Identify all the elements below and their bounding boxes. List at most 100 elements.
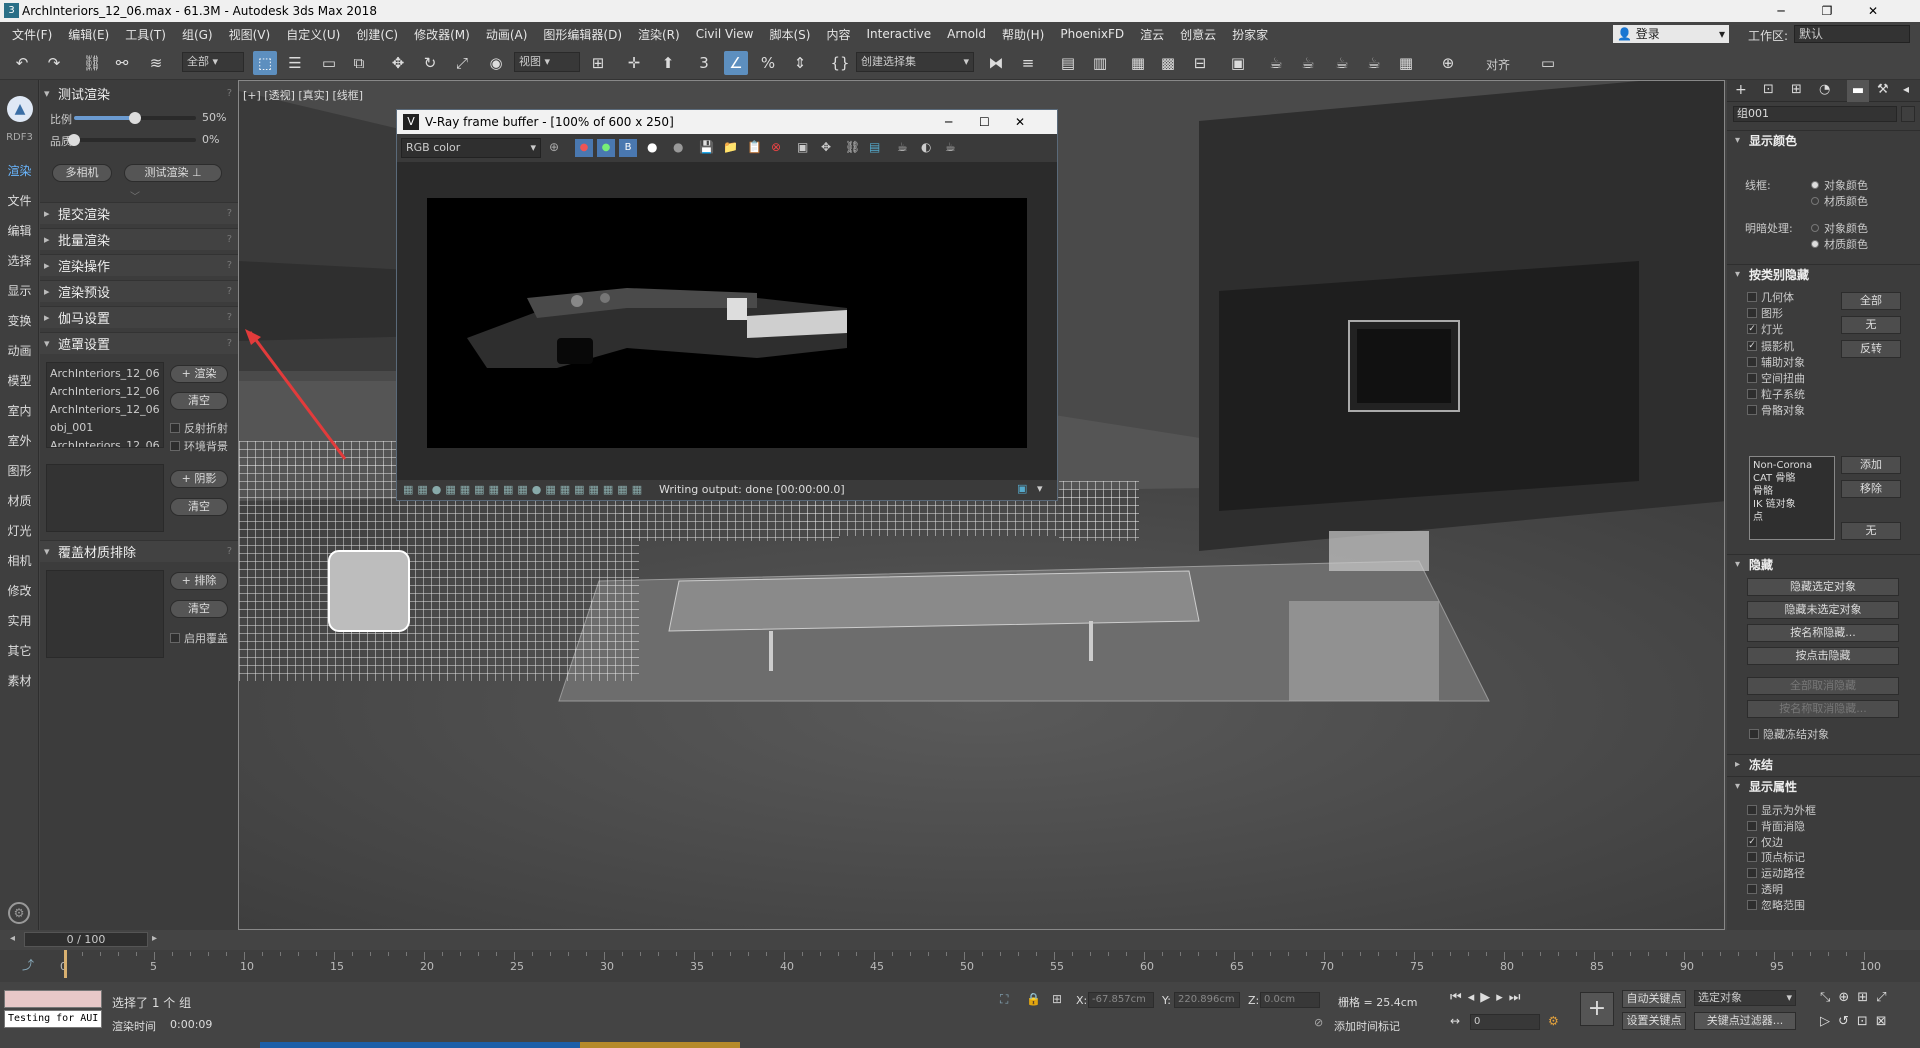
blue-channel-icon[interactable]: B [619,139,637,157]
chevron-left-icon[interactable]: ◂ [1903,82,1909,96]
utilities-tab-icon[interactable]: ⚒ [1877,82,1889,97]
selection-filter-dropdown[interactable]: 全部 ▾ [182,52,244,72]
motion-tab-icon[interactable]: ◔ [1819,82,1830,97]
shade-material-color-radio[interactable]: 材质颜色 [1811,236,1868,252]
section-display-props[interactable]: ▾ 显示属性 [1727,776,1920,796]
settings-gear-icon[interactable]: ⚙ [8,902,30,924]
category-add-button[interactable]: 添加 [1841,456,1901,474]
section-mask[interactable]: ▾ 遮罩设置? [40,332,238,354]
render-setup-icon[interactable]: ▣ [1226,51,1250,75]
menu-xuanyun[interactable]: 渲云 [1132,26,1172,43]
override-exclude-button[interactable]: + 排除 [170,572,228,590]
vfb-history-icon[interactable]: ▤ [869,140,880,154]
select-by-name-icon[interactable]: ☰ [283,51,307,75]
category-checkbox[interactable]: 骨骼对象 [1747,402,1805,418]
list-item[interactable]: IK 链对象 [1753,498,1831,511]
nav-model[interactable]: 模型 [0,372,39,389]
unlink-icon[interactable]: ⚯ [110,51,134,75]
channel-switch-icon[interactable]: ⊕ [549,140,559,154]
section-batch-render[interactable]: ▸ 批量渲染? [40,228,238,250]
maxscript-listener-pink[interactable] [4,990,102,1008]
menu-modifiers[interactable]: 修改器(M) [406,26,478,43]
category-all-button[interactable]: 全部 [1841,292,1901,310]
menu-group[interactable]: 组(G) [174,26,221,43]
nav-material[interactable]: 材质 [0,492,39,509]
nav-utility[interactable]: 实用 [0,612,39,629]
chevron-left-icon[interactable]: ◂ [10,933,15,944]
named-selection-dropdown[interactable]: 创建选择集 ▾ [856,52,974,72]
close-icon[interactable]: ✕ [1850,0,1896,22]
reference-coord-dropdown[interactable]: 视图 ▾ [514,52,580,72]
online-help-icon[interactable]: ⊕ [1436,51,1460,75]
display-prop-checkbox[interactable]: 透明 [1747,881,1783,897]
display-prop-checkbox[interactable]: 背面消隐 [1747,818,1805,834]
menu-animation[interactable]: 动画(A) [478,26,536,43]
wire-material-color-radio[interactable]: 材质颜色 [1811,193,1868,209]
rendered-frame-window-icon[interactable]: ☕ [1264,51,1288,75]
material-editor-icon[interactable]: ⊟ [1188,51,1212,75]
object-color-swatch[interactable] [1901,106,1915,122]
section-hide-by-category[interactable]: ▾ 按类别隐藏 [1727,264,1920,284]
keyboard-shortcut-icon[interactable]: ⬆ [656,51,680,75]
menu-file[interactable]: 文件(F) [4,26,60,43]
workspace-dropdown[interactable]: 默认 [1794,25,1910,43]
close-icon[interactable]: ✕ [1015,110,1025,134]
render-cloud-icon[interactable]: ▦ [1394,51,1418,75]
minimize-icon[interactable]: ─ [1758,0,1804,22]
list-item[interactable]: 点 [1753,511,1831,524]
list-item[interactable]: ArchInteriors_12_06 [50,383,160,401]
display-prop-checkbox[interactable]: ✓ 仅边 [1747,834,1783,850]
scale-icon[interactable]: ⤢ [450,51,474,75]
vfb-expand-icon[interactable]: ▣ [1017,482,1027,495]
mask-object-list[interactable]: ArchInteriors_12_06 ArchInteriors_12_06 … [46,362,164,448]
region-render-icon[interactable]: ▣ [797,140,808,154]
nav-edit[interactable]: 编辑 [0,222,39,239]
plugin-logo-icon[interactable]: ▲ [7,96,33,122]
set-key-button[interactable]: 设置关键点 [1622,1012,1686,1030]
mono-icon[interactable]: ● [673,140,683,154]
nav-select[interactable]: 选择 [0,252,39,269]
display-tab-icon[interactable]: ▬ [1847,80,1869,102]
vfb-status-tools-icon[interactable]: ▦▦●▦▦▦▦▦▦●▦▦▦▦▦▦▦ [403,483,646,496]
display-prop-checkbox[interactable]: 顶点标记 [1747,849,1805,865]
nav-shape[interactable]: 图形 [0,462,39,479]
nav-interior[interactable]: 室内 [0,402,39,419]
rotate-icon[interactable]: ↻ [418,51,442,75]
hide-selected-button[interactable]: 隐藏选定对象 [1747,578,1899,596]
x-coord-field[interactable]: -67.857cm [1088,992,1154,1008]
undo-icon[interactable]: ↶ [10,51,34,75]
unhide-all-button[interactable]: 全部取消隐藏 [1747,677,1899,695]
menu-customize[interactable]: 自定义(U) [278,26,348,43]
minimize-icon[interactable]: ─ [945,110,952,134]
menu-scripting[interactable]: 脚本(S) [761,26,818,43]
list-item[interactable]: CAT 骨骼 [1753,472,1831,485]
nav-animation[interactable]: 动画 [0,342,39,359]
reflection-refraction-checkbox[interactable]: 反射折射 [170,420,228,436]
test-render-button[interactable]: 测试渲染 ⊥ [124,164,222,182]
menu-graph-editors[interactable]: 图形编辑器(D) [535,26,630,43]
chevron-right-icon[interactable]: ▸ [152,933,157,944]
shadow-add-button[interactable]: + 阴影 [170,470,228,488]
pivot-center-icon[interactable]: ⊞ [586,51,610,75]
shade-object-color-radio[interactable]: 对象颜色 [1811,220,1868,236]
select-object-icon[interactable]: ⬚ [253,51,277,75]
shadow-clear-button[interactable]: 清空 [170,498,228,516]
channel-dropdown[interactable]: RGB color ▾ [401,138,541,158]
list-item[interactable]: ArchInteriors_12_06 [50,401,160,419]
time-config-icon[interactable]: ⚙ [1548,1014,1559,1028]
category-checkbox[interactable]: 空间扭曲 [1747,370,1805,386]
object-name-field[interactable]: 组001 [1733,106,1897,122]
nav-render[interactable]: 渲染 [0,162,39,179]
restore-icon[interactable]: ❐ [1804,0,1850,22]
render-activeshade-icon[interactable]: ☕ [1362,51,1386,75]
menu-views[interactable]: 视图(V) [221,26,279,43]
load-image-icon[interactable]: 📁 [723,140,738,154]
nav-transform[interactable]: 变换 [0,312,39,329]
move-icon[interactable]: ✥ [386,51,410,75]
menu-content[interactable]: 内容 [818,26,858,43]
section-override-exclude[interactable]: ▾ 覆盖材质排除? [40,540,238,562]
category-none2-button[interactable]: 无 [1841,522,1901,540]
render-image[interactable] [427,198,1027,448]
menu-civil-view[interactable]: Civil View [688,27,762,41]
category-none-button[interactable]: 无 [1841,316,1901,334]
